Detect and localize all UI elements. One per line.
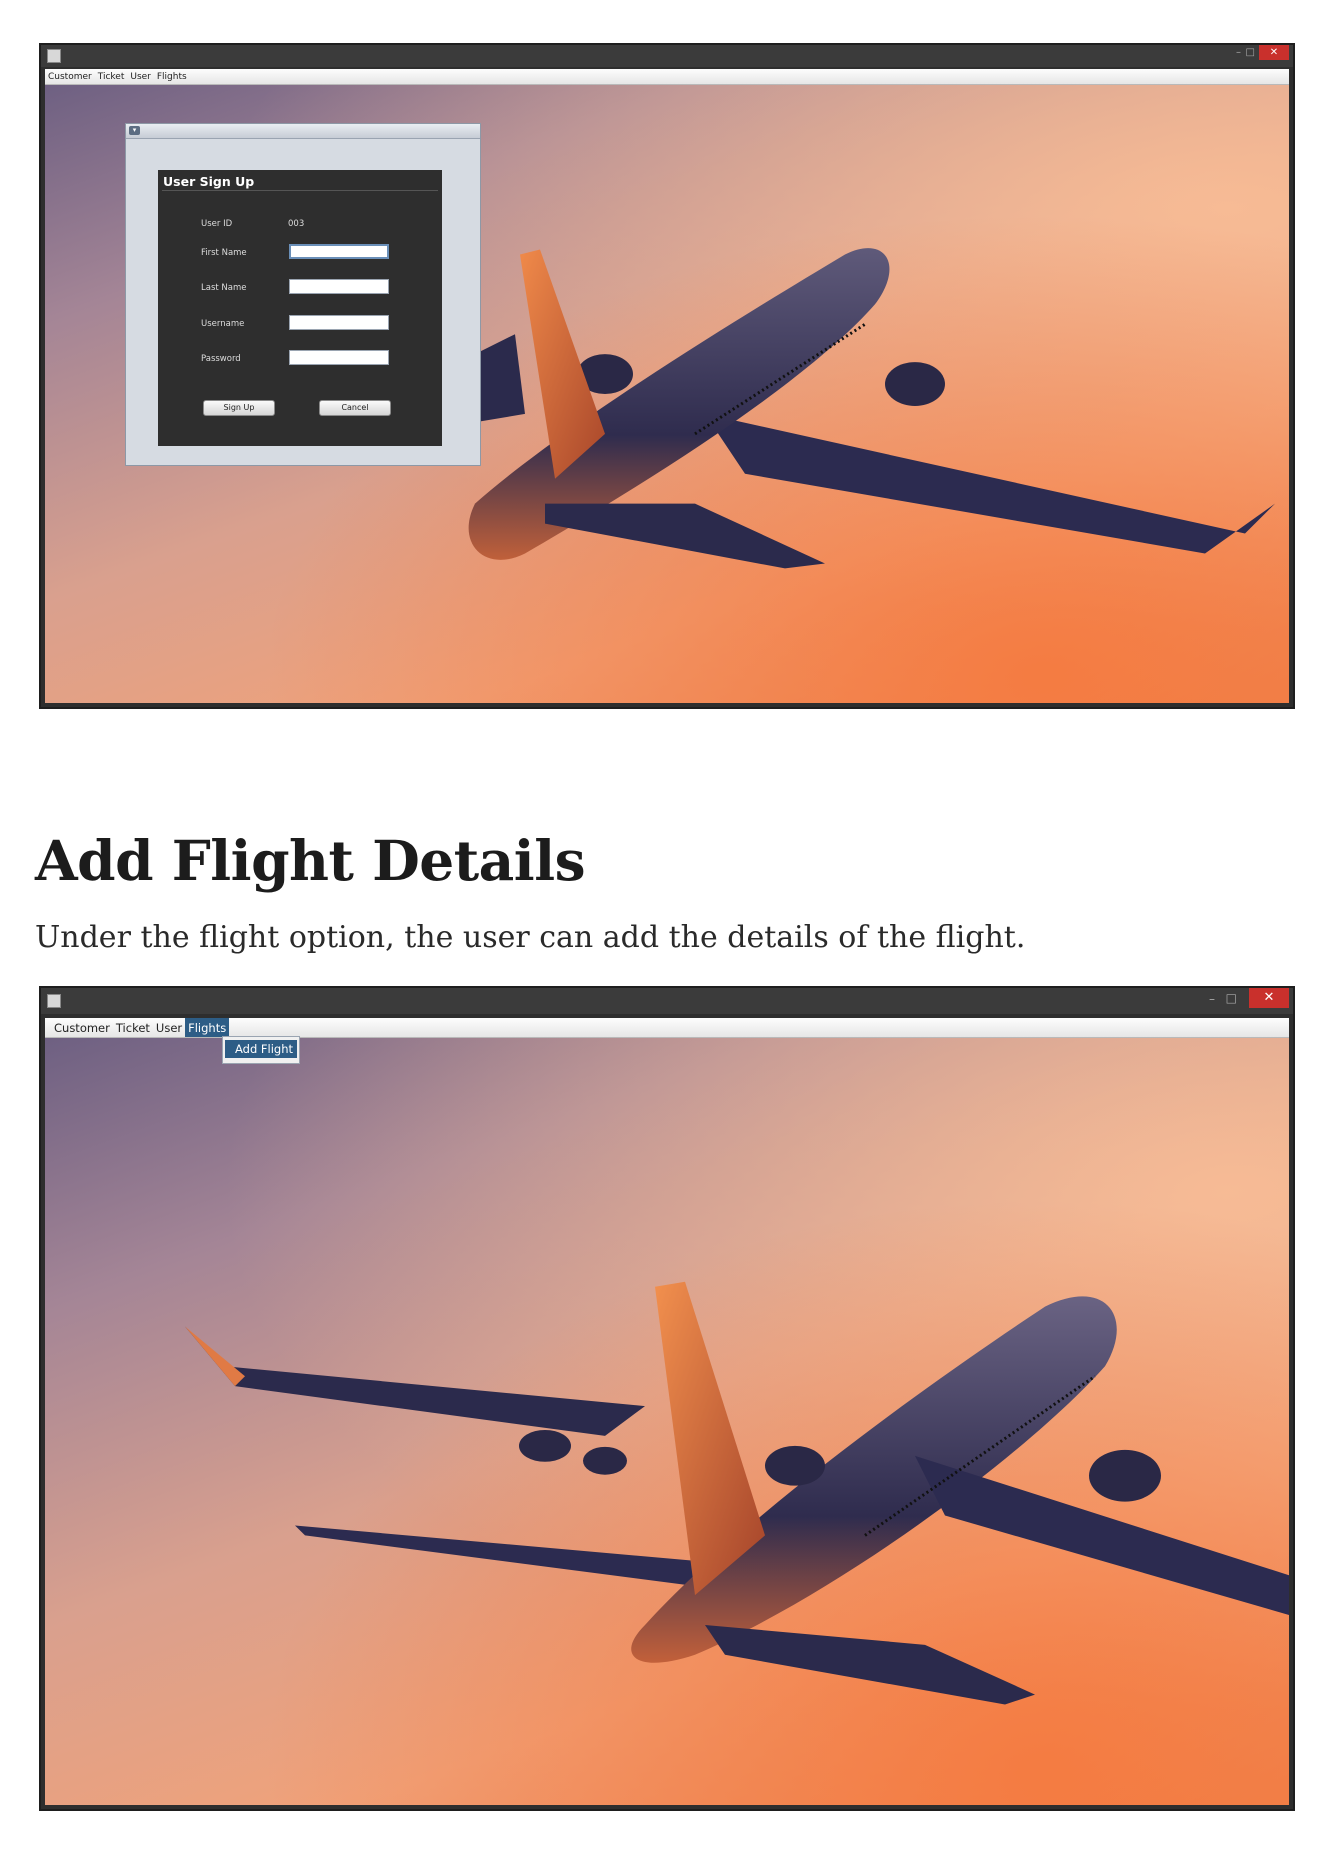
menu-bar: Customer Ticket User Flights <box>45 69 1289 85</box>
maximize-button[interactable]: □ <box>1246 47 1255 58</box>
cancel-button[interactable]: Cancel <box>319 400 391 416</box>
username-field[interactable] <box>289 315 389 330</box>
minimize-button[interactable]: – <box>1236 47 1241 58</box>
dialog-titlebar: ▾ <box>126 124 480 139</box>
menu-flights[interactable]: Flights <box>185 1018 230 1037</box>
window-titlebar: – □ ✕ <box>41 988 1293 1014</box>
menu-flights[interactable]: Flights <box>154 69 190 84</box>
last-name-label: Last Name <box>201 283 247 293</box>
java-app-icon <box>47 49 61 63</box>
minimize-button[interactable]: – <box>1209 992 1215 1006</box>
section-paragraph: Under the flight option, the user can ad… <box>35 920 1026 955</box>
flights-dropdown-menu: Add Flight <box>222 1036 300 1064</box>
maximize-button[interactable]: □ <box>1226 991 1237 1005</box>
password-field[interactable] <box>289 350 389 365</box>
close-button[interactable]: ✕ <box>1249 988 1289 1008</box>
menu-ticket[interactable]: Ticket <box>113 1018 153 1037</box>
section-heading: Add Flight Details <box>35 827 586 893</box>
first-name-field[interactable] <box>289 244 389 259</box>
last-name-field[interactable] <box>289 279 389 294</box>
user-sign-up-dialog: ▾ User Sign Up User ID 003 First Name La… <box>125 123 481 466</box>
close-button[interactable]: ✕ <box>1259 45 1289 60</box>
title-divider <box>162 190 438 191</box>
user-id-value: 003 <box>288 219 305 229</box>
menu-user[interactable]: User <box>153 1018 185 1037</box>
menu-user[interactable]: User <box>127 69 154 84</box>
user-id-label: User ID <box>201 219 233 229</box>
sign-up-button[interactable]: Sign Up <box>203 400 275 416</box>
airplane-image <box>185 1281 1289 1705</box>
airplane-background-image <box>45 1038 1289 1805</box>
menu-customer[interactable]: Customer <box>45 69 95 84</box>
menu-ticket[interactable]: Ticket <box>95 69 128 84</box>
java-app-icon <box>47 994 61 1008</box>
screenshot-user-sign-up: – □ ✕ Customer Ticket User Flights ▾ Use… <box>39 43 1295 709</box>
screenshot-add-flight-menu: – □ ✕ Customer Ticket User Flights Add F… <box>39 986 1295 1811</box>
sign-up-form: User Sign Up User ID 003 First Name Last… <box>158 170 442 446</box>
menu-bar: Customer Ticket User Flights <box>45 1018 1289 1038</box>
add-flight-menu-item[interactable]: Add Flight <box>225 1040 297 1058</box>
password-label: Password <box>201 354 241 364</box>
first-name-label: First Name <box>201 248 247 258</box>
username-label: Username <box>201 319 245 329</box>
window-titlebar: – □ ✕ <box>41 45 1293 67</box>
chevron-down-icon[interactable]: ▾ <box>129 126 140 135</box>
dialog-title: User Sign Up <box>163 174 255 189</box>
menu-customer[interactable]: Customer <box>51 1018 113 1037</box>
